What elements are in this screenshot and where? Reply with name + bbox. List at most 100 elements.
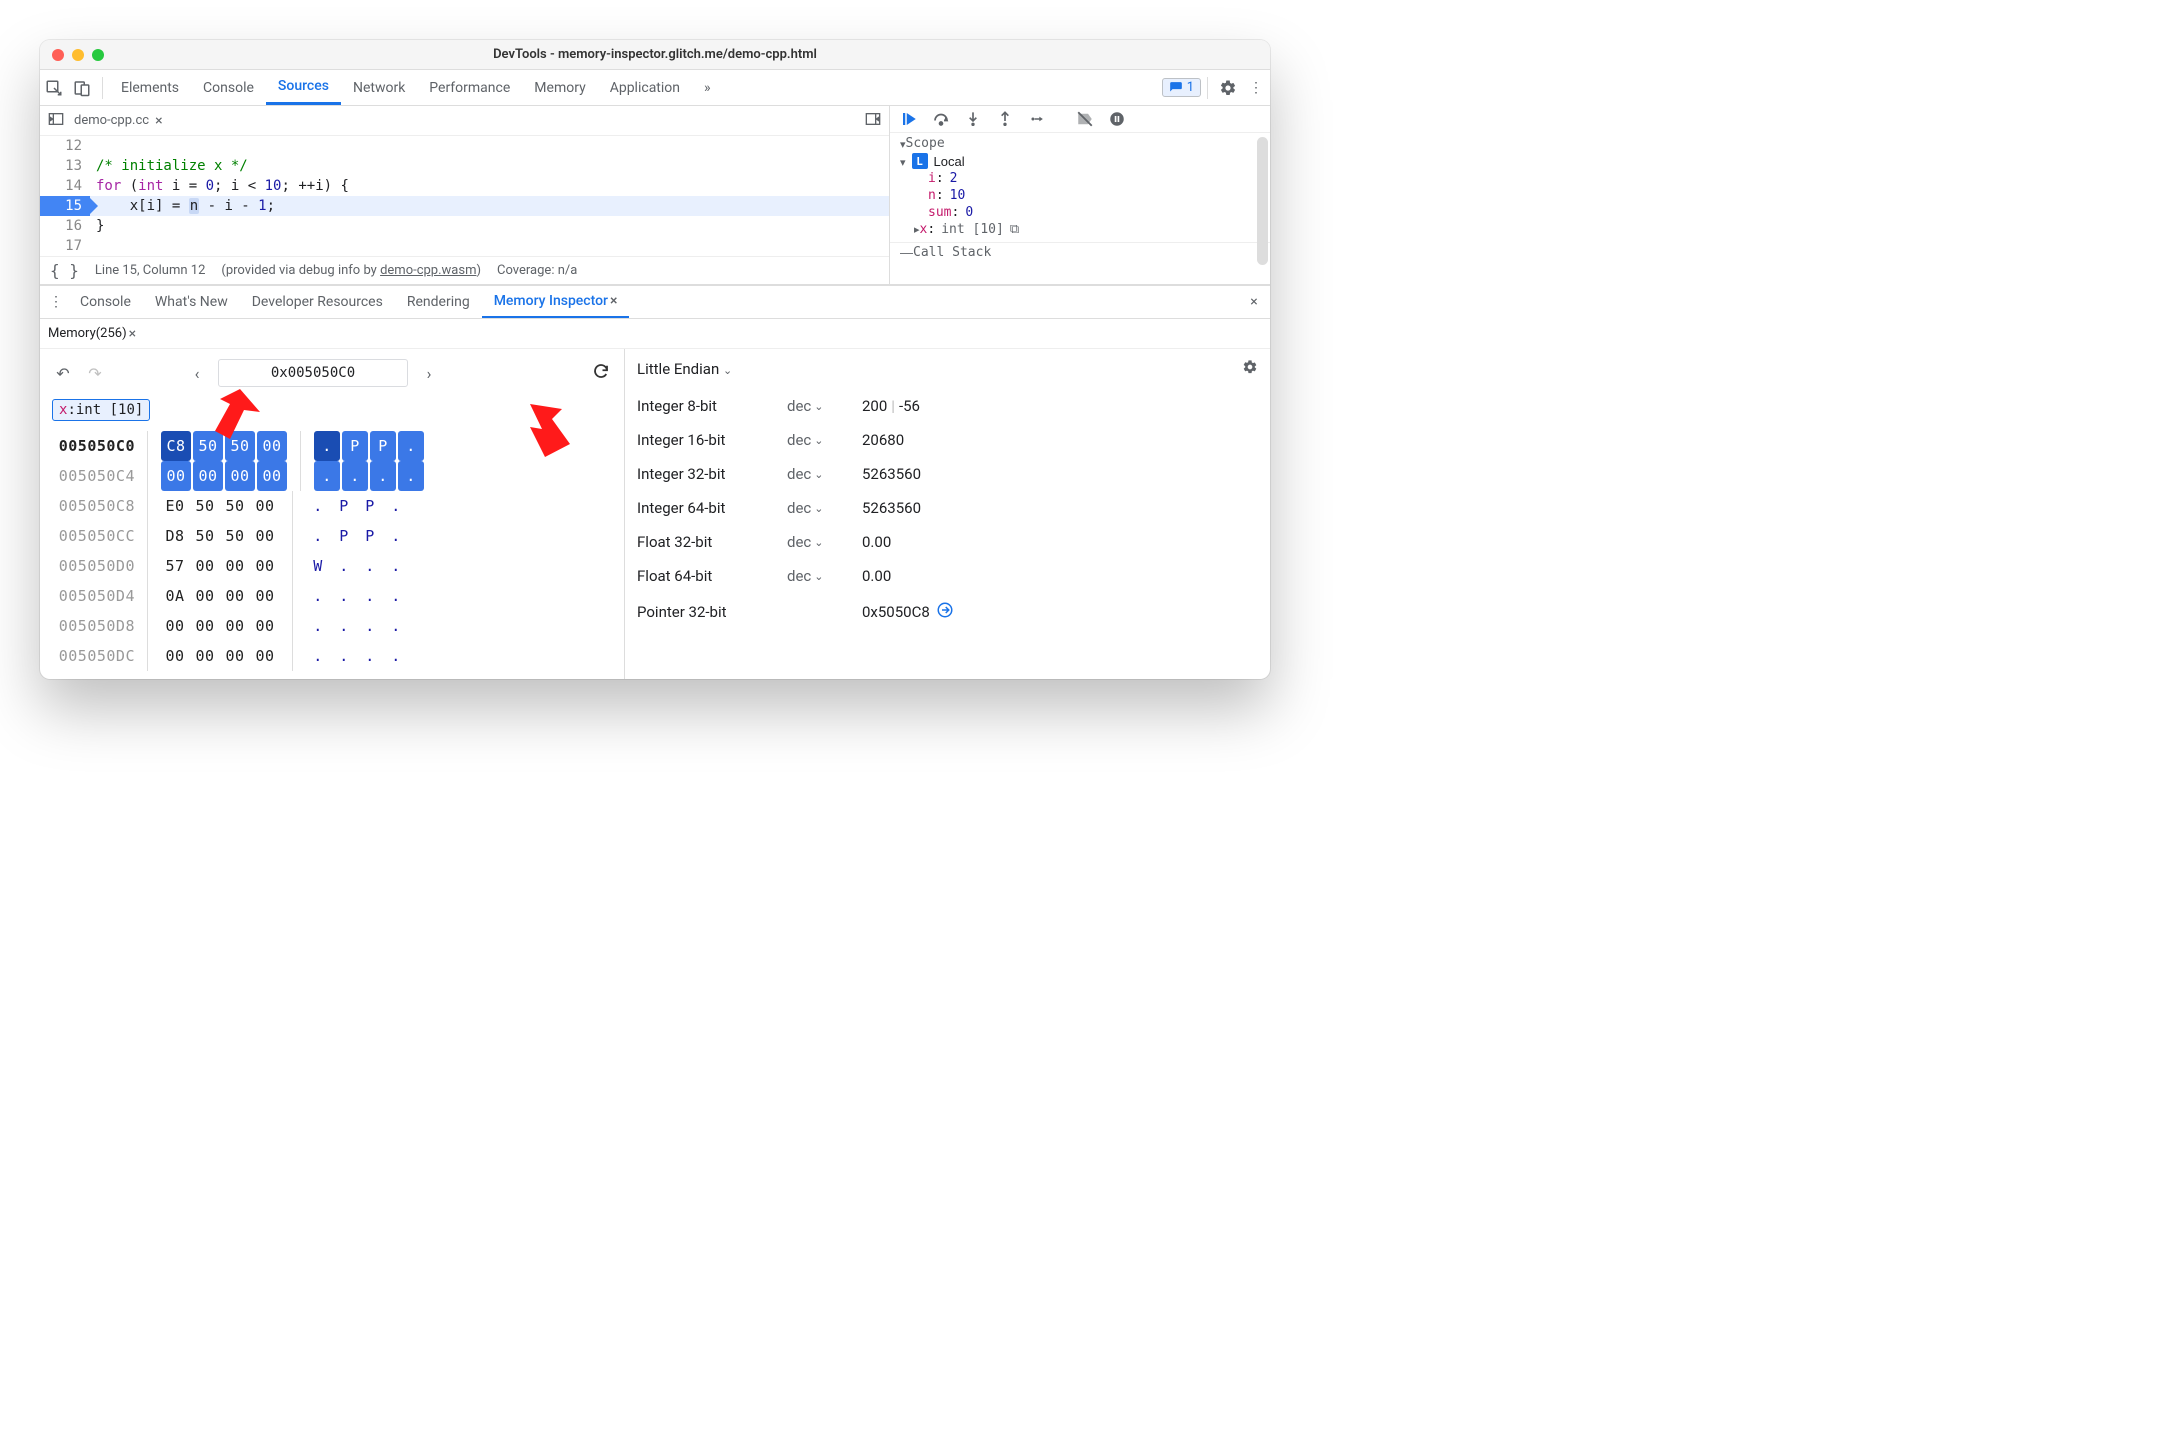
code-line[interactable]: 16} xyxy=(40,216,889,236)
value-format-select[interactable]: dec ⌄ xyxy=(787,465,862,483)
jump-to-pointer-icon[interactable] xyxy=(936,601,954,623)
hex-byte[interactable]: 00 xyxy=(250,611,280,641)
hex-byte[interactable]: 00 xyxy=(225,461,255,491)
hex-byte[interactable]: 00 xyxy=(220,641,250,671)
value-format-select[interactable]: dec ⌄ xyxy=(787,567,862,585)
page-forward-icon[interactable]: › xyxy=(418,364,440,383)
hex-byte[interactable]: C8 xyxy=(161,431,191,461)
hex-row[interactable]: 005050D057000000W... xyxy=(52,551,612,581)
zoom-window-button[interactable] xyxy=(92,49,104,61)
hex-row[interactable]: 005050D40A000000.... xyxy=(52,581,612,611)
hex-byte[interactable]: 50 xyxy=(190,491,220,521)
drawer-tab-console[interactable]: Console xyxy=(68,286,143,318)
hex-row[interactable]: 005050CCD8505000.PP. xyxy=(52,521,612,551)
hex-byte[interactable]: 50 xyxy=(193,431,223,461)
hex-byte[interactable]: 00 xyxy=(193,461,223,491)
device-toolbar-icon[interactable] xyxy=(68,79,96,97)
drawer-tab-developer-resources[interactable]: Developer Resources xyxy=(240,286,395,318)
kebab-menu-icon[interactable]: ⋮ xyxy=(1242,80,1270,96)
step-icon[interactable] xyxy=(1026,112,1048,126)
hex-byte[interactable]: 00 xyxy=(250,551,280,581)
page-back-icon[interactable]: ‹ xyxy=(186,364,208,383)
minimize-window-button[interactable] xyxy=(72,49,84,61)
history-forward-icon[interactable]: ↷ xyxy=(84,364,106,383)
pretty-print-icon[interactable]: { } xyxy=(50,261,79,280)
endianness-select[interactable]: Little Endian ⌄ xyxy=(637,360,732,378)
pause-on-exceptions-icon[interactable] xyxy=(1106,110,1128,128)
hex-byte[interactable]: 00 xyxy=(190,551,220,581)
refresh-icon[interactable] xyxy=(590,362,612,384)
reveal-in-memory-icon[interactable]: ⧉ xyxy=(1010,222,1019,237)
hex-byte[interactable]: 00 xyxy=(161,461,191,491)
drawer-tab-rendering[interactable]: Rendering xyxy=(395,286,482,318)
hex-byte[interactable]: 00 xyxy=(220,551,250,581)
step-out-icon[interactable] xyxy=(994,111,1016,127)
hex-row[interactable]: 005050DC00000000.... xyxy=(52,641,612,671)
hex-byte[interactable]: 00 xyxy=(257,461,287,491)
tab-application[interactable]: Application xyxy=(598,70,692,105)
value-format-select[interactable]: dec ⌄ xyxy=(787,431,862,449)
hex-byte[interactable]: 0A xyxy=(160,581,190,611)
hex-byte[interactable]: 00 xyxy=(250,641,280,671)
hex-byte[interactable]: 00 xyxy=(220,581,250,611)
hex-byte[interactable]: 50 xyxy=(190,521,220,551)
hex-view[interactable]: 005050C0C8505000.PP.005050C400000000....… xyxy=(52,431,612,671)
value-format-select[interactable]: dec ⌄ xyxy=(787,397,862,415)
value-format-select[interactable]: dec ⌄ xyxy=(787,499,862,517)
hex-byte[interactable]: 00 xyxy=(220,611,250,641)
scope-variable[interactable]: i:2 xyxy=(890,170,1270,187)
code-line[interactable]: 12 xyxy=(40,136,889,156)
hex-byte[interactable]: 50 xyxy=(220,521,250,551)
more-tabs-button[interactable]: » xyxy=(692,70,723,105)
settings-icon[interactable] xyxy=(1214,79,1242,97)
hex-row[interactable]: 005050C8E0505000.PP. xyxy=(52,491,612,521)
step-into-icon[interactable] xyxy=(962,111,984,127)
hex-byte[interactable]: 00 xyxy=(190,581,220,611)
scrollbar[interactable] xyxy=(1257,137,1268,265)
scope-local-header[interactable]: LLocal xyxy=(890,152,1270,170)
hex-row[interactable]: 005050C0C8505000.PP. xyxy=(52,431,612,461)
tab-elements[interactable]: Elements xyxy=(109,70,191,105)
code-editor[interactable]: 1213/* initialize x */14for (int i = 0; … xyxy=(40,136,889,256)
hex-byte[interactable]: 50 xyxy=(220,491,250,521)
scope-variable[interactable]: n:10 xyxy=(890,187,1270,204)
deactivate-breakpoints-icon[interactable] xyxy=(1074,110,1096,128)
drawer-tab-what-s-new[interactable]: What's New xyxy=(143,286,240,318)
issues-badge[interactable]: 1 xyxy=(1162,78,1201,97)
tab-console[interactable]: Console xyxy=(191,70,266,105)
history-back-icon[interactable]: ↶ xyxy=(52,364,74,383)
debug-wasm-link[interactable]: demo-cpp.wasm xyxy=(380,263,476,278)
hex-byte[interactable]: 00 xyxy=(190,641,220,671)
tab-sources[interactable]: Sources xyxy=(266,70,341,105)
hex-byte[interactable]: 57 xyxy=(160,551,190,581)
code-line[interactable]: 13/* initialize x */ xyxy=(40,156,889,176)
hex-row[interactable]: 005050C400000000.... xyxy=(52,461,612,491)
hex-byte[interactable]: 00 xyxy=(250,581,280,611)
code-line[interactable]: 15 x[i] = n - i - 1; xyxy=(40,196,889,216)
drawer-more-icon[interactable]: ⋮ xyxy=(44,294,68,310)
scope-variable[interactable]: sum:0 xyxy=(890,204,1270,221)
tab-network[interactable]: Network xyxy=(341,70,417,105)
value-format-select[interactable]: dec ⌄ xyxy=(787,533,862,551)
hex-byte[interactable]: 00 xyxy=(257,431,287,461)
address-input[interactable]: 0x005050C0 xyxy=(218,359,408,387)
toggle-navigator-icon[interactable] xyxy=(48,111,64,131)
step-over-icon[interactable] xyxy=(930,110,952,128)
code-line[interactable]: 14for (int i = 0; i < 10; ++i) { xyxy=(40,176,889,196)
toggle-debugger-icon[interactable] xyxy=(865,111,881,131)
close-window-button[interactable] xyxy=(52,49,64,61)
close-drawer-tab-icon[interactable]: × xyxy=(610,293,617,309)
scope-section-header[interactable]: Scope xyxy=(890,135,1270,152)
file-tab[interactable]: demo-cpp.cc × xyxy=(74,113,163,129)
inspect-icon[interactable] xyxy=(40,79,68,97)
code-line[interactable]: 17 xyxy=(40,236,889,256)
close-drawer-icon[interactable]: × xyxy=(1242,294,1266,310)
hex-byte[interactable]: 50 xyxy=(225,431,255,461)
close-memory-tab-icon[interactable]: × xyxy=(129,326,136,342)
memory-tab[interactable]: Memory(256) xyxy=(48,326,127,341)
hex-byte[interactable]: D8 xyxy=(160,521,190,551)
resume-icon[interactable] xyxy=(898,110,920,128)
hex-row[interactable]: 005050D800000000.... xyxy=(52,611,612,641)
drawer-tab-memory-inspector[interactable]: Memory Inspector × xyxy=(482,286,630,318)
hex-byte[interactable]: 00 xyxy=(190,611,220,641)
